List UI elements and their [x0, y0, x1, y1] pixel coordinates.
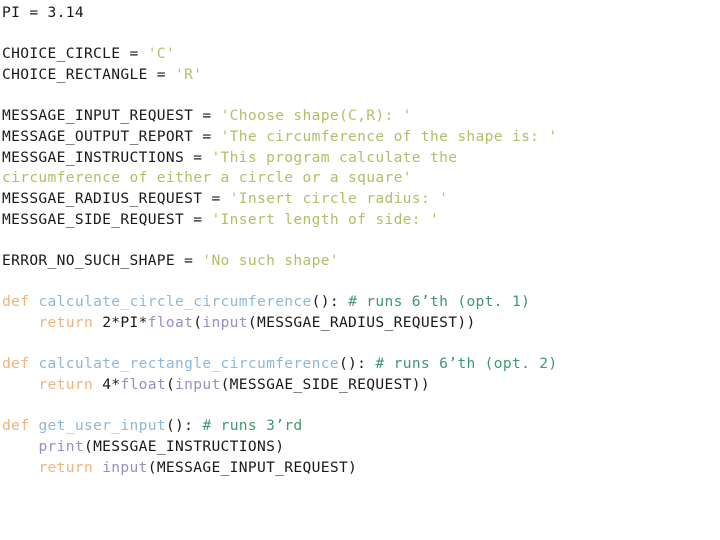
code-token-plain: (MESSGAE_SIDE_REQUEST)) — [220, 376, 431, 394]
code-line: circumference of either a circle or a sq… — [2, 168, 718, 189]
code-token-plain: (MESSGAE_RADIUS_REQUEST)) — [247, 314, 476, 332]
code-line: def calculate_circle_circumference(): # … — [2, 292, 718, 313]
code-token-string: 'Choose shape(C,R): ' — [220, 107, 412, 125]
code-token-builtin: input — [175, 376, 221, 394]
code-token-plain: MESSGAE_INSTRUCTIONS = — [2, 148, 212, 166]
code-token-plain: ( — [193, 314, 203, 332]
code-token-string: 'C' — [147, 45, 176, 63]
code-line: return 2*PI*float(input(MESSGAE_RADIUS_R… — [2, 313, 718, 334]
code-line: print(MESSGAE_INSTRUCTIONS) — [2, 437, 718, 458]
code-line: def calculate_rectangle_circumference():… — [2, 354, 718, 375]
code-token-string: circumference of either a circle or a sq… — [2, 169, 412, 187]
code-line: def get_user_input(): # runs 3’rd — [2, 416, 718, 437]
code-token-plain: MESSAGE_OUTPUT_REPORT = — [2, 128, 221, 146]
code-token-plain: MESSGAE_SIDE_REQUEST = — [2, 210, 212, 228]
code-token-plain: ERROR_NO_SUCH_SHAPE = — [2, 252, 203, 270]
code-token-builtin: input — [102, 458, 148, 476]
code-token-comment: # runs 3’rd — [202, 417, 303, 435]
code-token-keyword: def — [2, 355, 39, 373]
code-token-plain: 2*PI* — [102, 314, 148, 332]
code-token-keyword: return — [38, 458, 103, 476]
code-line: MESSGAE_INSTRUCTIONS = 'This program cal… — [2, 148, 718, 169]
code-token-string: 'R' — [175, 66, 203, 84]
code-line: MESSGAE_SIDE_REQUEST = 'Insert length of… — [2, 210, 718, 231]
code-token-string: 'The circumference of the shape is: ' — [220, 128, 558, 146]
code-token-comment: # runs 6’th (opt. 2) — [375, 355, 558, 373]
code-line: return input(MESSAGE_INPUT_REQUEST) — [2, 458, 718, 479]
code-token-plain: CHOICE_RECTANGLE = — [2, 66, 176, 84]
code-token-function-name: get_user_input — [38, 417, 166, 435]
code-token-function-name: calculate_circle_circumference — [38, 293, 312, 311]
code-token-comment: # runs 6’th (opt. 1) — [348, 293, 531, 311]
code-token-builtin: float — [120, 376, 166, 394]
code-token-builtin: float — [147, 314, 194, 332]
code-token-plain: CHOICE_CIRCLE = — [2, 45, 148, 63]
code-token-builtin: print — [38, 438, 84, 456]
code-token-plain: MESSAGE_INPUT_REQUEST = — [2, 107, 221, 125]
code-token-function-name: calculate_rectangle_circumference — [38, 355, 339, 373]
code-line: ERROR_NO_SUCH_SHAPE = 'No such shape' — [2, 251, 718, 272]
code-line: MESSAGE_OUTPUT_REPORT = 'The circumferen… — [2, 127, 718, 148]
code-token-plain: (): — [165, 417, 203, 435]
code-token-keyword: return — [38, 314, 103, 332]
code-token-keyword: def — [2, 417, 39, 435]
code-token-plain: (MESSGAE_INSTRUCTIONS) — [83, 438, 285, 456]
code-token-plain: PI = 3.14 — [2, 4, 84, 21]
code-line: MESSAGE_INPUT_REQUEST = 'Choose shape(C,… — [2, 106, 718, 127]
code-token-keyword: return — [38, 376, 103, 394]
code-token-string: 'Insert circle radius: ' — [229, 190, 449, 208]
code-token-plain: ( — [165, 376, 176, 394]
code-line: return 4*float(input(MESSGAE_SIDE_REQUES… — [2, 375, 718, 396]
code-token-keyword: def — [2, 293, 39, 311]
code-token-plain: MESSGAE_RADIUS_REQUEST = — [2, 190, 230, 208]
code-token-string: 'No such shape' — [202, 252, 339, 270]
code-line: PI = 3.14 — [2, 3, 718, 24]
code-listing-page: PI = 3.14 CHOICE_CIRCLE = 'C' CHOICE_RECT… — [0, 0, 720, 540]
code-listing-body[interactable]: PI = 3.14 CHOICE_CIRCLE = 'C' CHOICE_RECT… — [2, 3, 718, 499]
code-token-string: 'This program calculate the — [211, 148, 458, 166]
code-token-plain: 4* — [102, 376, 121, 394]
code-line: CHOICE_RECTANGLE = 'R' — [2, 65, 718, 86]
code-token-plain: (): — [311, 293, 349, 311]
code-token-builtin: input — [202, 314, 248, 332]
code-token-string: 'Insert length of side: ' — [211, 210, 440, 228]
code-token-plain: (MESSAGE_INPUT_REQUEST) — [147, 458, 358, 476]
code-line: MESSGAE_RADIUS_REQUEST = 'Insert circle … — [2, 189, 718, 210]
code-line: CHOICE_CIRCLE = 'C' — [2, 44, 718, 65]
code-token-plain: (): — [338, 355, 376, 373]
